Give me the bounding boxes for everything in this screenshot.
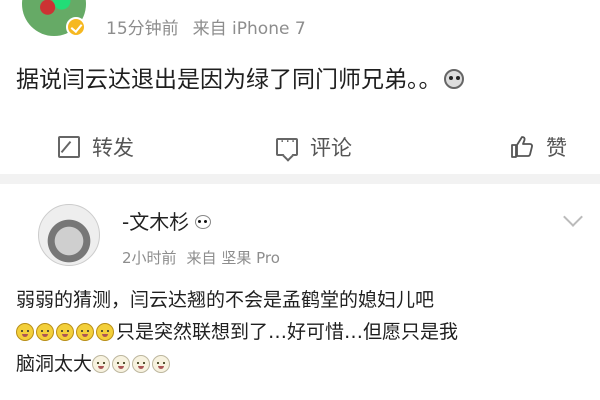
comment-source: 来自 坚果 Pro [186, 249, 280, 267]
shy-face-emoji-icon [112, 355, 131, 373]
like-label: 赞 [546, 136, 567, 160]
shy-face-emoji-icon [96, 323, 114, 341]
comment-line-2-text: 只是突然联想到了…好可惜…但愿只是我 [116, 321, 459, 343]
panda-emoji-icon [195, 215, 212, 229]
comment-item: -文木杉 2小时前 来自 坚果 Pro 弱弱的猜测，闫云达翘的不会是孟鹤堂的媳妇儿… [0, 184, 600, 400]
commenter-name-row: -文木杉 [122, 206, 212, 235]
comment-button[interactable]: 评论 [276, 132, 352, 162]
post-text: 据说闫云达退出是因为绿了同门师兄弟。。 [16, 60, 464, 94]
shy-face-emoji-icon [36, 323, 54, 341]
shy-face-emoji-icon [152, 355, 171, 373]
comment-line-1: 弱弱的猜测，闫云达翘的不会是孟鹤堂的媳妇儿吧 [16, 289, 435, 311]
post-meta: 15分钟前 来自 iPhone 7 [106, 14, 306, 39]
comment-line-3: 脑洞太大 [16, 348, 591, 380]
comment-time: 2小时前 [122, 249, 177, 267]
skull-emoji-icon [443, 69, 464, 89]
weibo-post: 15分钟前 来自 iPhone 7 据说闫云达退出是因为绿了同门师兄弟。。 [0, 0, 600, 120]
shy-face-emoji-icon [56, 323, 74, 341]
section-divider [0, 174, 600, 184]
thumbs-up-icon [511, 136, 533, 158]
chevron-down-icon[interactable] [563, 207, 583, 227]
verified-badge-icon [66, 17, 86, 37]
repost-button[interactable]: 转发 [58, 132, 134, 162]
post-source: 来自 iPhone 7 [192, 19, 306, 39]
shy-face-emoji-icon [92, 355, 111, 373]
comment-label: 评论 [310, 136, 352, 160]
action-bar: 转发 评论 赞 [0, 122, 600, 174]
like-button[interactable]: 赞 [510, 132, 567, 162]
commenter-avatar[interactable] [38, 204, 100, 266]
comment-icon [276, 134, 298, 156]
post-time: 15分钟前 [106, 19, 179, 39]
shy-face-emoji-icon [132, 355, 151, 373]
comment-line-2: 只是突然联想到了…好可惜…但愿只是我 [16, 316, 591, 348]
comment-text: 弱弱的猜测，闫云达翘的不会是孟鹤堂的媳妇儿吧 只是突然联想到了…好可惜…但愿只是… [16, 284, 591, 380]
repost-label: 转发 [92, 136, 134, 160]
post-body: 据说闫云达退出是因为绿了同门师兄弟。。 [16, 67, 442, 93]
shy-face-emoji-icon [76, 323, 94, 341]
repost-icon [58, 136, 80, 158]
comment-line-3-text: 脑洞太大 [16, 353, 93, 375]
comment-meta: 2小时前 来自 坚果 Pro [122, 247, 280, 268]
shy-face-emoji-icon [16, 323, 34, 341]
commenter-name[interactable]: -文木杉 [122, 210, 189, 234]
